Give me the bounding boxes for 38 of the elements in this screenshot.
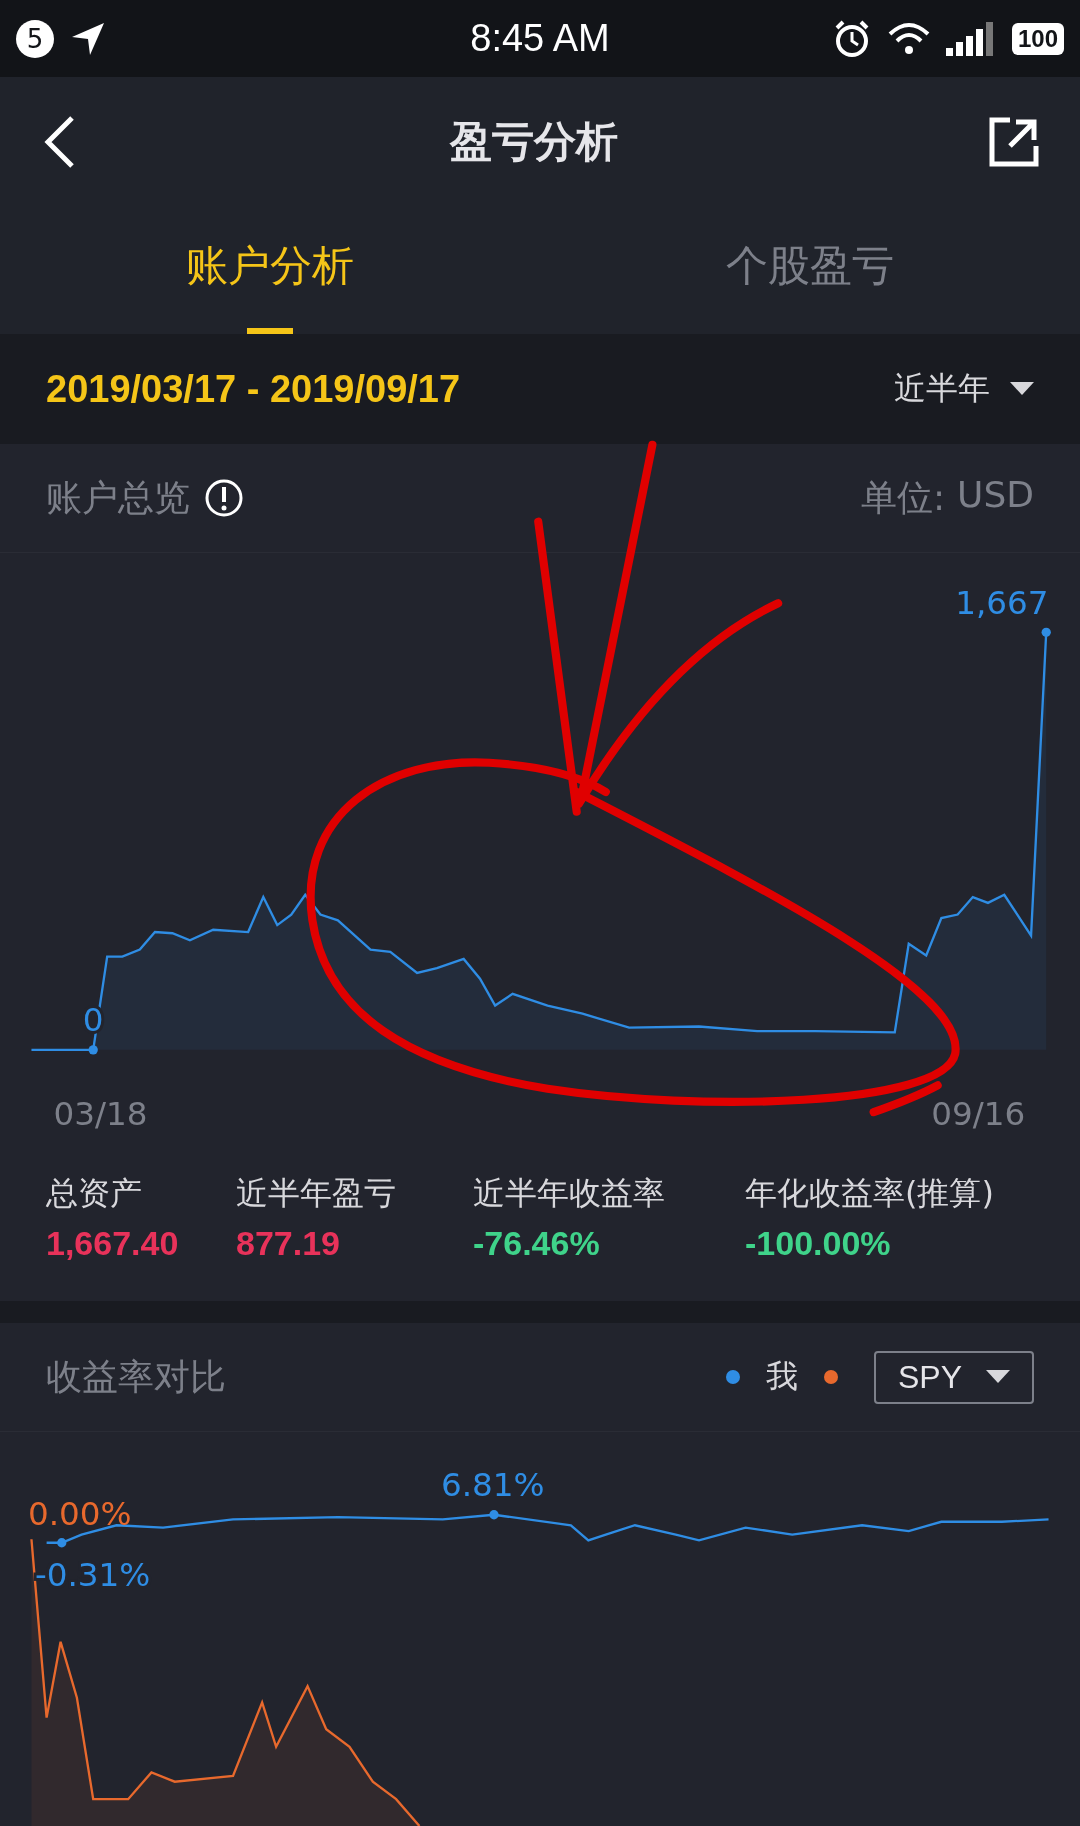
point-marker (88, 1045, 98, 1055)
unit-value: USD (957, 473, 1034, 517)
date-label: 09/16 (931, 1094, 1026, 1133)
legend-label: 我 (765, 1356, 798, 1397)
unit-label: 单位: (860, 475, 946, 520)
share-icon[interactable] (988, 116, 1040, 169)
page-title: 盈亏分析 (450, 116, 618, 169)
tab[interactable]: 账户分析 (0, 207, 540, 334)
section-title: 收益率对比 (46, 1354, 226, 1399)
date-label: 03/18 (53, 1094, 148, 1133)
wifi-icon (887, 21, 930, 56)
info-icon[interactable] (204, 478, 244, 519)
date-range: 2019/03/17 - 2019/09/17 (46, 367, 461, 411)
point-marker (57, 1538, 67, 1548)
battery-level: 100 (1011, 22, 1064, 55)
point-marker (1041, 627, 1051, 638)
benchmark-dropdown[interactable]: SPY (873, 1350, 1034, 1404)
stat-value: -100.00% (745, 1224, 892, 1264)
caret-icon (1010, 382, 1034, 396)
stat-label: 近半年收益率 (473, 1173, 666, 1215)
caret-icon (986, 1370, 1010, 1384)
stat-label: 年化收益率(推算) (745, 1173, 994, 1215)
tab[interactable]: 个股盈亏 (540, 207, 1080, 334)
point-marker (489, 1510, 499, 1520)
notification-badge: 5 (16, 19, 54, 58)
status-time: 8:45 AM (470, 17, 610, 59)
stat-label: 近半年盈亏 (236, 1173, 397, 1215)
stat-value: -76.46% (473, 1224, 601, 1264)
my-start-label: -0.31% (34, 1555, 151, 1594)
end-value-label: 1,667 (955, 583, 1049, 622)
benchmark-start-label: 0.00% (27, 1495, 132, 1534)
signal-icon (945, 21, 996, 56)
stat-value: 1,667.40 (46, 1224, 180, 1264)
period-dropdown[interactable]: 近半年 (894, 367, 1034, 411)
my-peak-label: 6.81% (441, 1466, 545, 1505)
stat-value: 877.19 (236, 1224, 341, 1264)
stat-label: 总资产 (46, 1173, 143, 1215)
section-title: 账户总览 (46, 475, 190, 520)
